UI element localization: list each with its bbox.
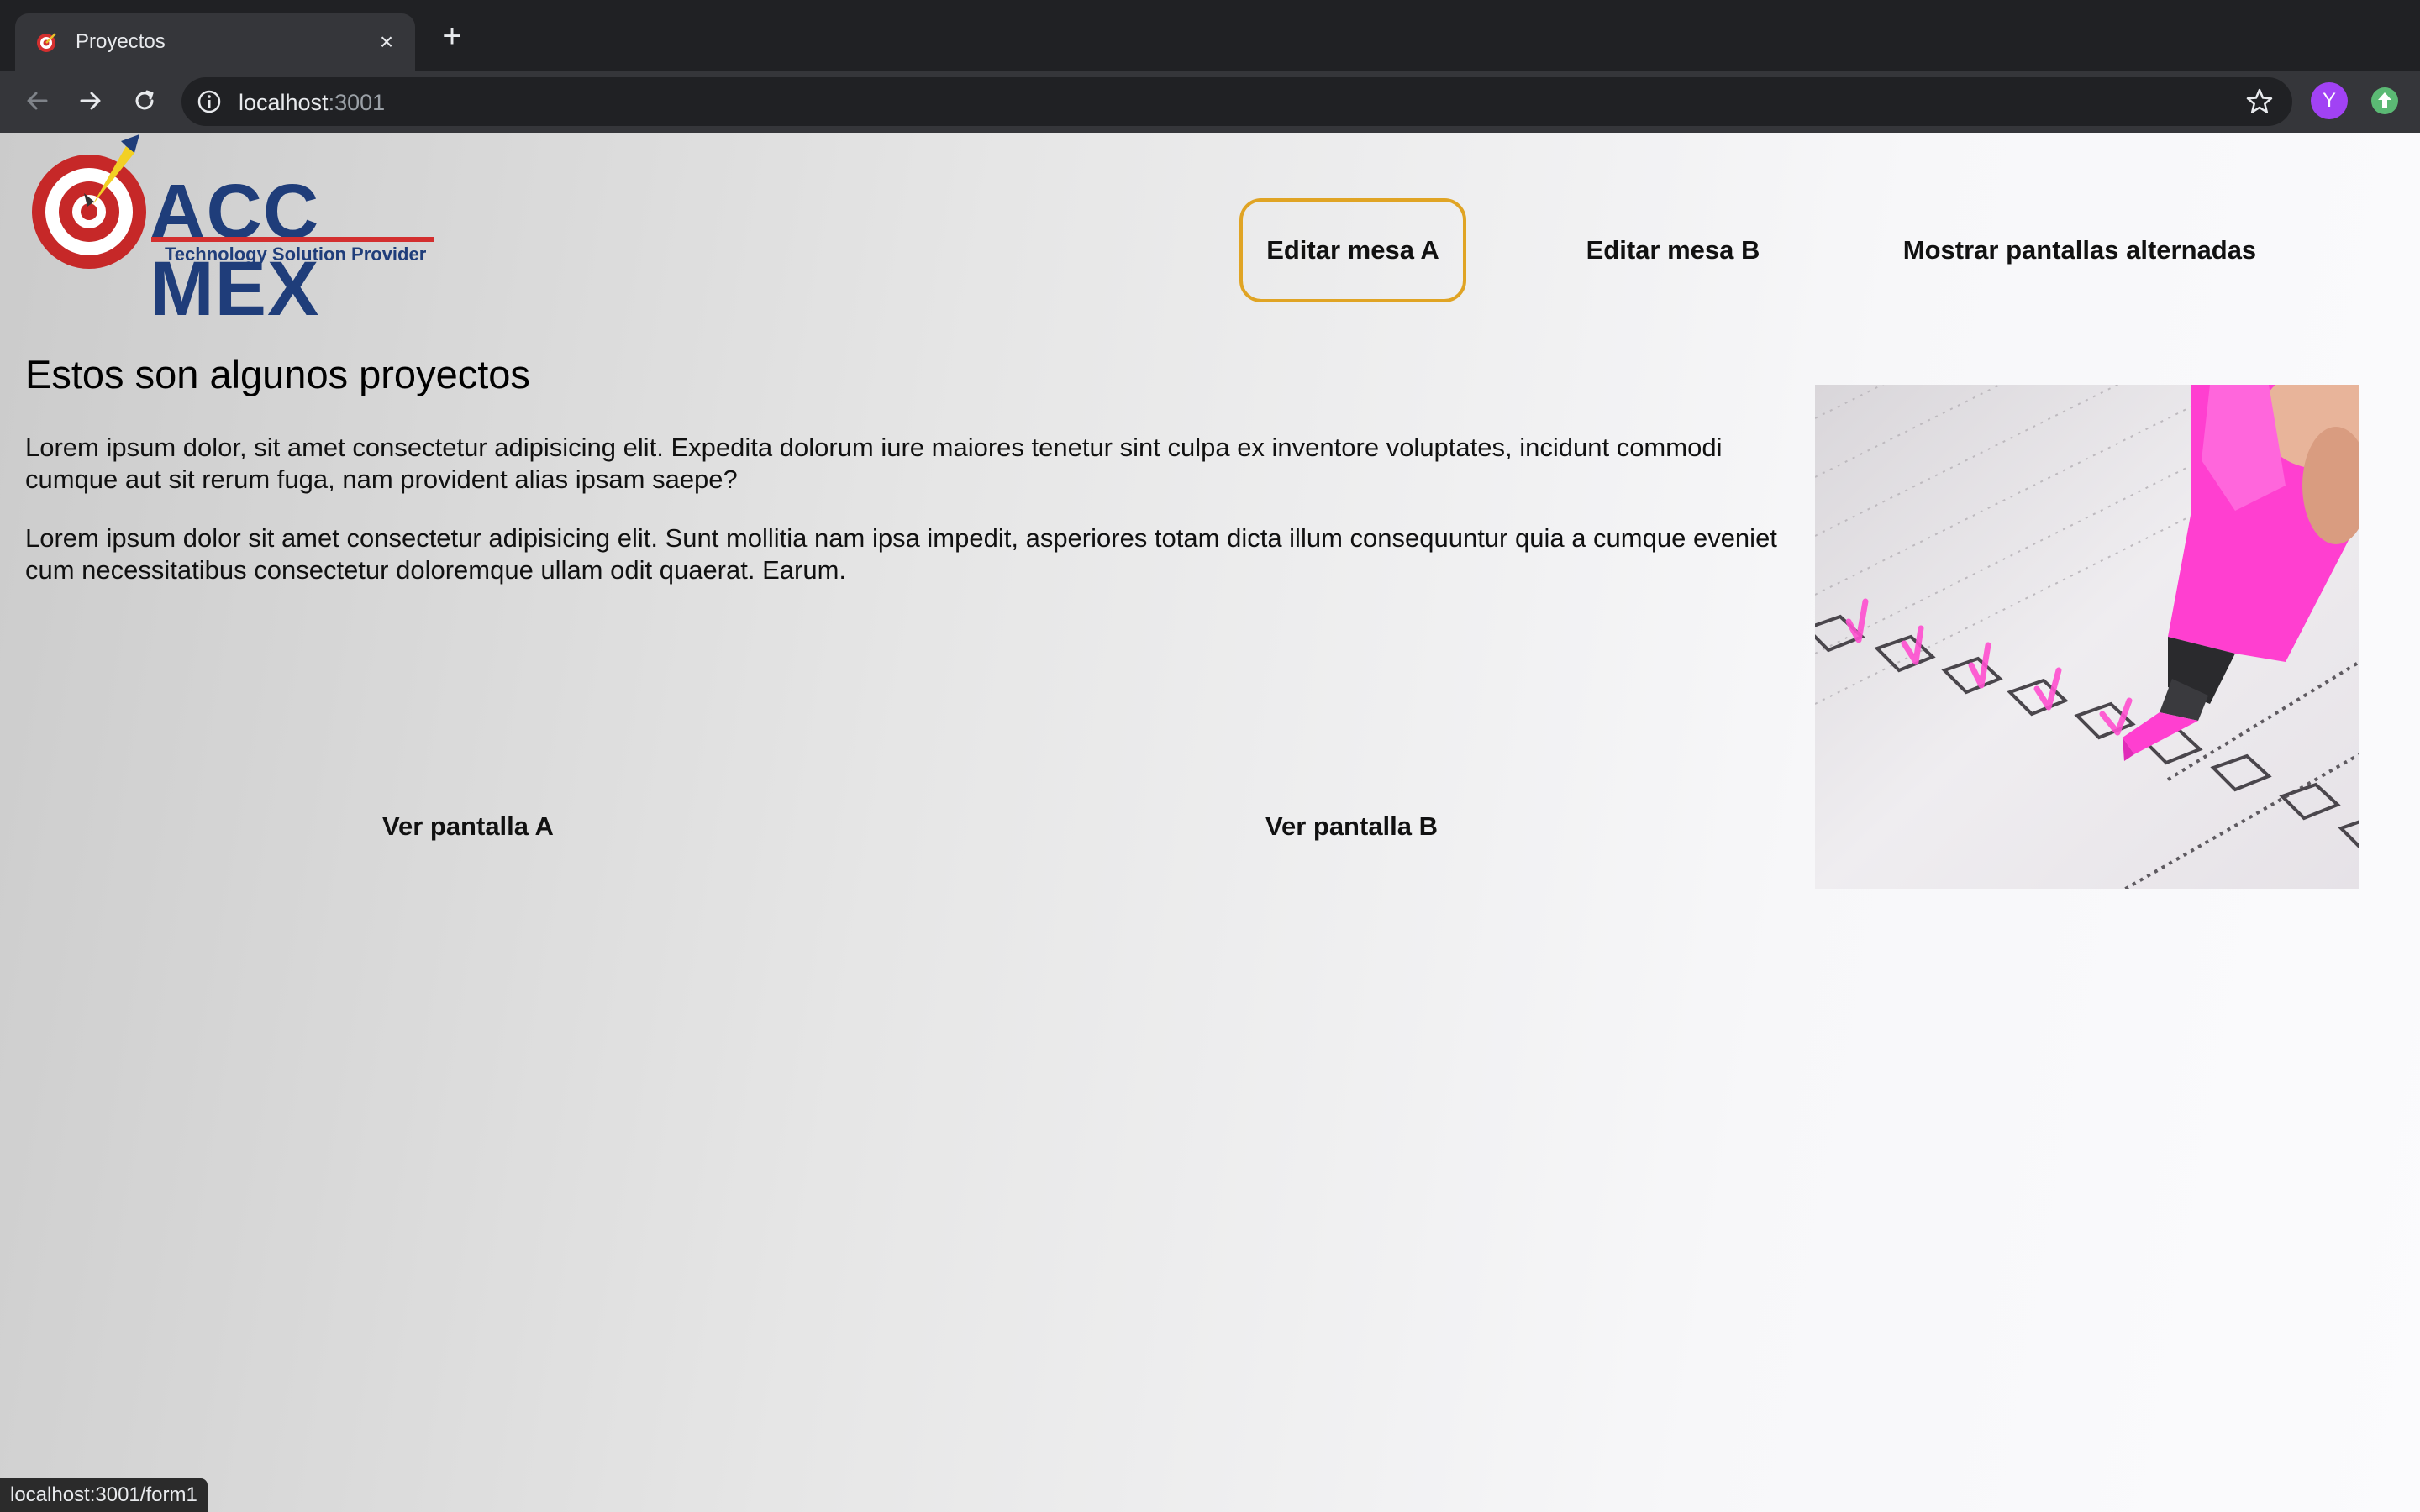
tab-title: Proyectos xyxy=(76,30,166,53)
company-logo[interactable]: ACC MEX Technology Solution Provider xyxy=(29,133,440,328)
intro-paragraph-1: Lorem ipsum dolor, sit amet consectetur … xyxy=(25,433,1723,494)
browser-tab[interactable]: Proyectos × xyxy=(15,13,415,71)
close-tab-icon[interactable]: × xyxy=(373,29,400,55)
checklist-highlighter-image xyxy=(1815,385,2360,889)
logo-underline xyxy=(151,237,434,242)
bookmark-star-icon[interactable] xyxy=(2245,87,2274,116)
profile-avatar[interactable]: Y xyxy=(2311,82,2348,119)
nav-editar-mesa-a[interactable]: Editar mesa A xyxy=(1239,198,1466,302)
target-favicon-icon xyxy=(37,33,56,52)
url-host: localhost xyxy=(239,90,329,115)
page-heading: Estos son algunos proyectos xyxy=(25,352,530,396)
checklist-photo xyxy=(1815,385,2360,889)
arrow-left-icon xyxy=(27,92,48,110)
browser-toolbar: localhost:3001 Y xyxy=(0,71,2420,133)
reload-icon xyxy=(135,90,154,110)
arrow-right-icon xyxy=(80,92,101,110)
url-port: :3001 xyxy=(328,90,386,115)
new-tab-button[interactable]: + xyxy=(435,19,469,54)
status-bar-url: localhost:3001/form1 xyxy=(0,1478,208,1512)
logo-tagline: Technology Solution Provider xyxy=(165,244,427,265)
back-button[interactable] xyxy=(18,82,55,119)
ver-pantalla-b-link[interactable]: Ver pantalla B xyxy=(1265,811,1438,842)
intro-paragraph-2: Lorem ipsum dolor sit amet consectetur a… xyxy=(25,523,1777,585)
target-logo-icon xyxy=(32,134,146,269)
nav-editar-mesa-b[interactable]: Editar mesa B xyxy=(1568,198,1778,302)
update-icon[interactable] xyxy=(2368,84,2402,118)
address-bar[interactable]: localhost:3001 xyxy=(182,77,2292,126)
reload-button[interactable] xyxy=(126,82,163,119)
page-viewport: ACC MEX Technology Solution Provider Edi… xyxy=(0,133,2420,1512)
browser-tabstrip: Proyectos × + xyxy=(0,0,2420,71)
ver-pantalla-a-link[interactable]: Ver pantalla A xyxy=(382,811,554,842)
forward-button[interactable] xyxy=(72,82,109,119)
nav-mostrar-pantallas-alternadas[interactable]: Mostrar pantallas alternadas xyxy=(1882,198,2277,302)
url-text: localhost:3001 xyxy=(239,90,385,116)
info-icon[interactable] xyxy=(197,89,222,114)
